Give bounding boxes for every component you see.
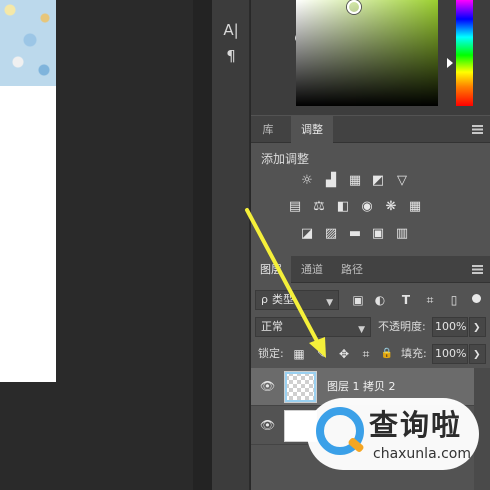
watermark-en-text: chaxunla.com — [373, 446, 471, 462]
tab-library[interactable]: 库 — [251, 116, 285, 143]
fill-dropdown[interactable]: ❯ — [469, 344, 486, 364]
document-canvas[interactable] — [0, 0, 193, 490]
paragraph-panel-icon[interactable]: ¶ — [221, 46, 241, 66]
levels-icon[interactable]: ▟ — [322, 173, 340, 189]
lock-position-icon[interactable]: ✥ — [336, 346, 352, 362]
photo-filter-icon[interactable]: ◉ — [358, 199, 376, 215]
lock-transparent-pixels-icon[interactable]: ▦ — [291, 346, 307, 362]
color-picker-cursor[interactable] — [347, 0, 361, 14]
opacity-input[interactable]: 100% — [432, 317, 468, 337]
color-balance-icon[interactable]: ⚖ — [310, 199, 328, 215]
shape-layer-filter-icon[interactable]: ⌗ — [421, 291, 439, 309]
tab-channels[interactable]: 通道 — [293, 256, 331, 283]
document-image[interactable] — [0, 0, 56, 382]
watermark-cn-text: 查询啦 — [369, 408, 463, 442]
posterize-icon[interactable]: ▨ — [322, 226, 340, 242]
color-lookup-icon[interactable]: ▦ — [406, 199, 424, 215]
blend-mode-value: 正常 — [261, 320, 283, 333]
type-layer-filter-icon[interactable]: T — [397, 291, 415, 309]
adjustments-tabbar: 库 调整 — [251, 116, 490, 143]
pixel-layer-filter-icon[interactable]: ▣ — [349, 291, 367, 309]
black-white-icon[interactable]: ◧ — [334, 199, 352, 215]
fill-input[interactable]: 100% — [432, 344, 468, 364]
fill-label: 填充: — [401, 347, 427, 360]
tab-adjustments[interactable]: 调整 — [291, 116, 333, 143]
adjustments-title: 添加调整 — [261, 152, 310, 166]
selective-color-icon[interactable]: ▣ — [369, 226, 387, 242]
chevron-down-icon: ▼ — [358, 325, 365, 335]
brightness-contrast-icon[interactable]: ☼ — [298, 173, 316, 189]
lock-image-pixels-icon[interactable]: ✎ — [314, 346, 330, 362]
search-icon: ρ — [261, 293, 268, 306]
lock-fill-row: 锁定: ▦ ✎ ✥ ⌗ 🔒 填充: 100% ❯ — [251, 344, 490, 366]
hue-saturation-icon[interactable]: ▤ — [286, 199, 304, 215]
layers-menu-icon[interactable] — [472, 265, 483, 274]
adjustments-menu-icon[interactable] — [472, 125, 483, 134]
layer-kind-filter[interactable]: ρ 类型 ▼ — [255, 290, 339, 310]
threshold-icon[interactable]: ▬ — [346, 226, 364, 242]
chevron-down-icon: ▼ — [326, 298, 333, 308]
image-pattern — [0, 0, 56, 86]
smart-object-filter-icon[interactable]: ▯ — [445, 291, 463, 309]
layer-name[interactable]: 图层 1 拷贝 2 — [327, 378, 396, 394]
layer-filter-row: ρ 类型 ▼ ▣ ◐ T ⌗ ▯ — [251, 290, 490, 312]
filter-toggle-icon[interactable] — [472, 294, 481, 303]
lock-label: 锁定: — [258, 347, 284, 360]
search-logo-icon — [316, 407, 364, 455]
layers-tabbar: 图层 通道 路径 — [251, 256, 490, 283]
tab-layers[interactable]: 图层 — [251, 256, 291, 283]
blend-opacity-row: 正常 ▼ 不透明度: 100% ❯ — [251, 317, 490, 339]
opacity-label: 不透明度: — [378, 320, 426, 333]
channel-mixer-icon[interactable]: ❋ — [382, 199, 400, 215]
blend-mode-select[interactable]: 正常 ▼ — [255, 317, 371, 337]
color-panel — [251, 0, 490, 115]
adjustment-layer-filter-icon[interactable]: ◐ — [371, 291, 389, 309]
curves-icon[interactable]: ▦ — [346, 173, 364, 189]
kind-filter-label: 类型 — [271, 293, 294, 306]
watermark-badge: 查询啦 chaxunla.com — [307, 398, 479, 470]
saturation-value-field[interactable] — [296, 0, 438, 106]
opacity-dropdown[interactable]: ❯ — [469, 317, 486, 337]
character-panel-icon[interactable]: A| — [221, 20, 241, 40]
panel-divider — [193, 0, 212, 490]
gradient-map-icon[interactable]: ▥ — [393, 226, 411, 242]
chevron-right-icon: ❯ — [473, 323, 481, 333]
vibrance-icon[interactable]: ▽ — [393, 173, 411, 189]
chevron-right-icon: ❯ — [473, 350, 481, 360]
eye-icon[interactable]: 👁 — [260, 379, 275, 393]
collapsed-panel-strip: A| ¶ — [212, 0, 250, 490]
exposure-icon[interactable]: ◩ — [369, 173, 387, 189]
tab-paths[interactable]: 路径 — [333, 256, 371, 283]
lock-all-icon[interactable]: 🔒 — [379, 346, 395, 362]
invert-icon[interactable]: ◪ — [298, 226, 316, 242]
prevent-auto-nesting-icon[interactable]: ⌗ — [358, 346, 374, 362]
layer-thumbnail — [284, 371, 317, 403]
hue-slider[interactable] — [456, 0, 473, 106]
hue-slider-marker[interactable] — [447, 58, 453, 68]
eye-icon[interactable]: 👁 — [260, 418, 275, 432]
